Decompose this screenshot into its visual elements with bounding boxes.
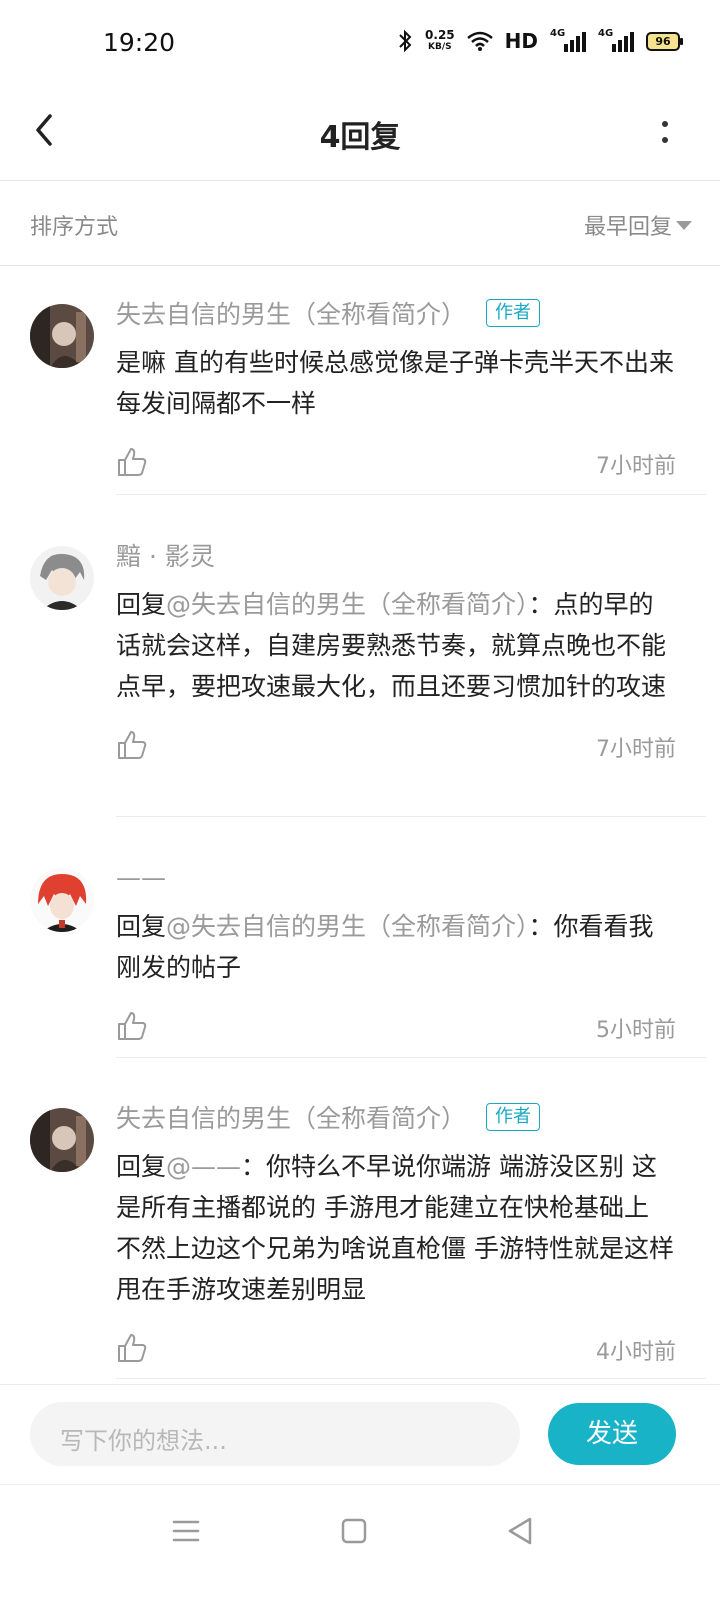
signal-icon-2: 4G (598, 28, 634, 52)
battery-icon: 96 (646, 31, 683, 51)
thumbs-up-icon[interactable] (116, 1332, 148, 1364)
reply-text: 回复@——：你特么不早说你端游 端游没区别 这是所有主播都说的 手游甩才能建立在… (116, 1152, 674, 1304)
avatar[interactable] (30, 546, 94, 610)
divider (116, 816, 706, 817)
wifi-icon (466, 31, 493, 51)
system-nav-bar (0, 1484, 720, 1601)
sort-bar: 排序方式 最早回复 (0, 181, 720, 266)
status-icons: 0.25 KB/S HD 4G 4G 96 (397, 26, 683, 56)
top-app-bar: 4回复 (0, 90, 720, 181)
network-speed: 0.25 KB/S (425, 28, 455, 52)
reply-time: 7小时前 (596, 454, 676, 479)
send-button[interactable]: 发送 (548, 1403, 676, 1465)
reply-time: 5小时前 (596, 1018, 676, 1043)
sort-dropdown[interactable]: 最早回复 (584, 209, 672, 241)
mention-link[interactable]: @—— (166, 1152, 241, 1181)
reply-text: 是嘛 直的有些时候总感觉像是子弹卡壳半天不出来 每发间隔都不一样 (116, 348, 674, 418)
avatar[interactable] (30, 304, 94, 368)
mention-link[interactable]: @失去自信的男生（全称看简介） (166, 590, 529, 619)
avatar[interactable] (30, 868, 94, 932)
more-options-button[interactable] (650, 110, 680, 154)
reply-input-placeholder: 写下你的想法... (60, 1427, 227, 1455)
hd-label: HD (504, 29, 538, 53)
reply-time: 4小时前 (596, 1340, 676, 1365)
author-badge: 作者 (486, 299, 541, 327)
thumbs-up-icon[interactable] (116, 1010, 148, 1042)
status-bar: 19:20 0.25 KB/S HD 4G 4G 96 (0, 0, 720, 90)
divider (116, 1378, 706, 1379)
more-vertical-icon (662, 121, 668, 127)
mention-link[interactable]: @失去自信的男生（全称看简介） (166, 912, 529, 941)
menu-icon[interactable] (166, 1511, 206, 1551)
thumbs-up-icon[interactable] (116, 729, 148, 761)
bluetooth-icon (399, 29, 412, 53)
username[interactable]: —— (116, 863, 166, 892)
home-icon[interactable] (334, 1511, 374, 1551)
thumbs-up-icon[interactable] (116, 446, 148, 478)
reply-text: 回复@失去自信的男生（全称看简介）：点的早的话就会这样，自建房要熟悉节奏，就算点… (116, 590, 667, 701)
signal-icon-1: 4G (550, 28, 586, 52)
divider (116, 494, 706, 495)
caret-down-icon[interactable] (676, 221, 692, 230)
username[interactable]: 失去自信的男生（全称看简介） (116, 295, 466, 331)
author-badge: 作者 (486, 1103, 541, 1131)
status-time: 19:20 (103, 28, 176, 57)
sort-label: 排序方式 (30, 215, 119, 240)
username[interactable]: 黯 · 影灵 (116, 537, 215, 573)
username[interactable]: 失去自信的男生（全称看简介） (116, 1099, 466, 1135)
back-triangle-icon[interactable] (500, 1511, 540, 1551)
divider (116, 1057, 706, 1058)
reply-text: 回复@失去自信的男生（全称看简介）：你看看我刚发的帖子 (116, 912, 654, 982)
page-title: 4回复 (319, 120, 401, 155)
avatar[interactable] (30, 1108, 94, 1172)
reply-time: 7小时前 (596, 737, 676, 762)
reply-input-bar: 写下你的想法... 发送 (0, 1384, 720, 1485)
